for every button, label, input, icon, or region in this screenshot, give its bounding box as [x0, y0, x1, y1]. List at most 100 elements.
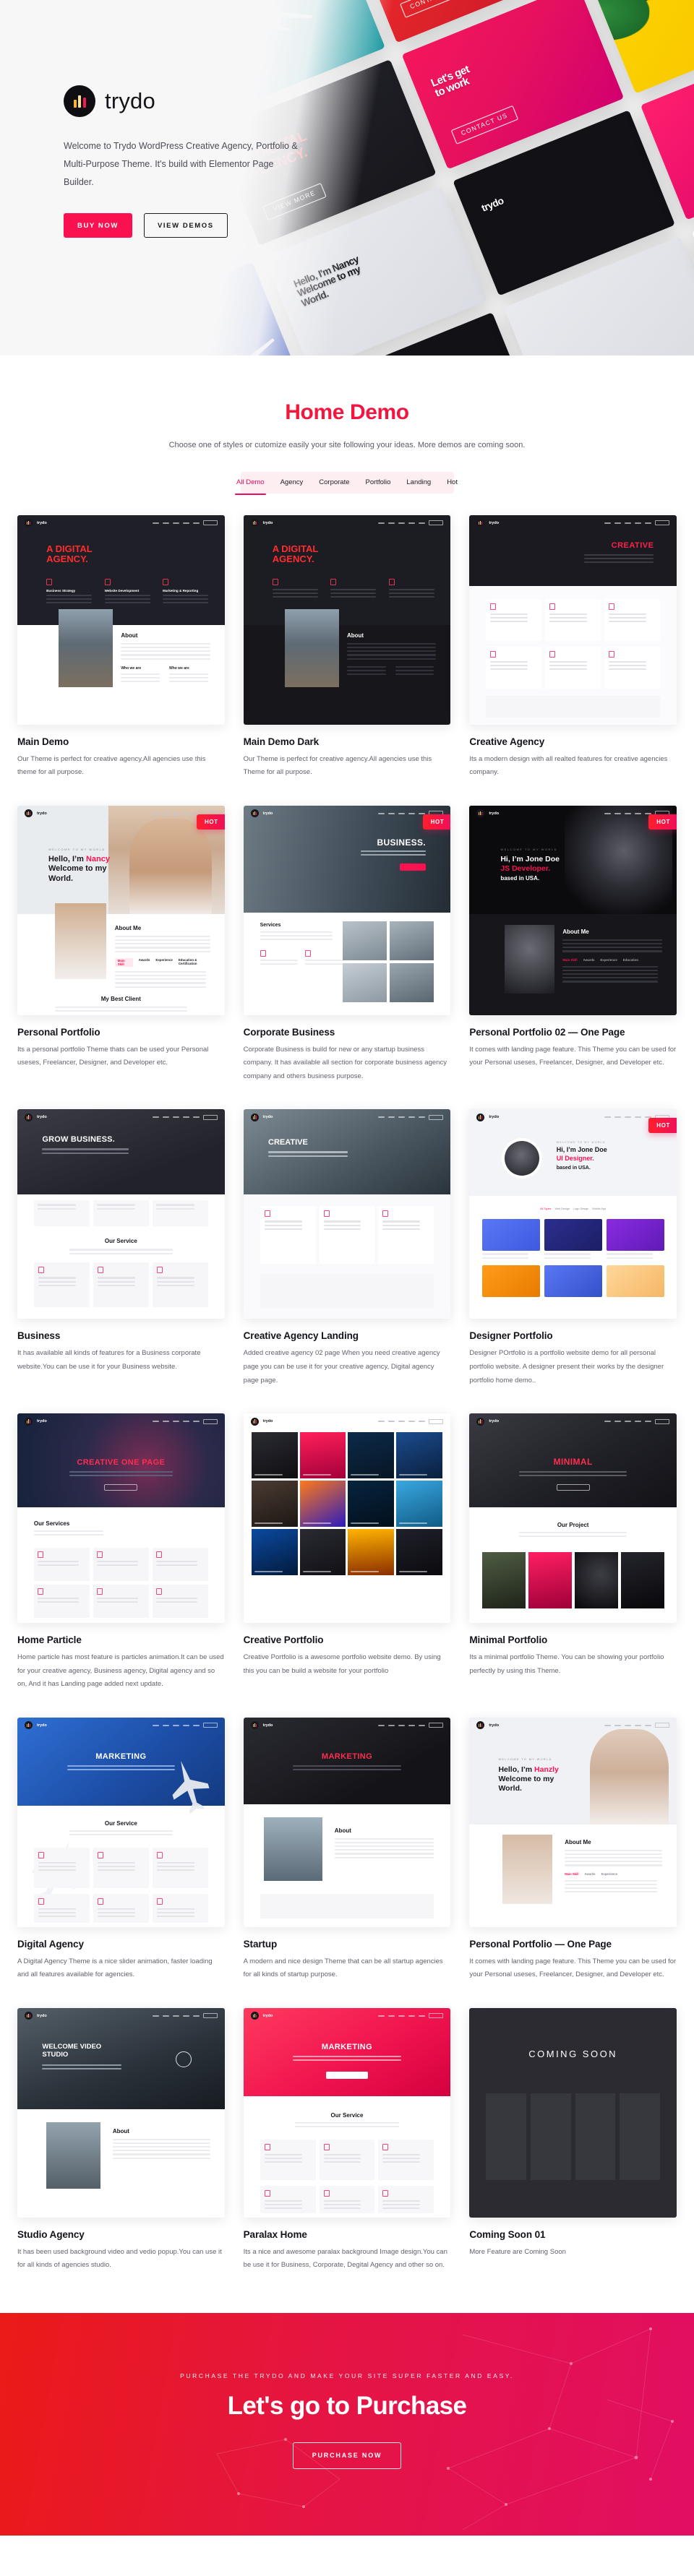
demo-card-description: It has available all kinds of features f… [17, 1349, 201, 1371]
filter-tab-landing[interactable]: Landing [398, 472, 439, 494]
demo-card[interactable]: trydo WELCOME VIDEO STUDIO About Studio Agen… [17, 2007, 225, 2273]
demo-thumbnail[interactable]: COMING SOON [469, 2007, 677, 2218]
preview-nav [152, 1418, 218, 1424]
demo-preview: trydo MINIMAL Our Project [469, 1413, 677, 1624]
demo-card[interactable]: COMING SOON Coming Soon 01 More Feature ar… [469, 2007, 677, 2273]
preview-logo-icon [25, 1113, 33, 1121]
demo-card-title[interactable]: Designer Portfolio [469, 1330, 677, 1341]
demo-thumbnail[interactable]: trydo MARKETING About [243, 1717, 451, 1927]
demo-card-title[interactable]: Paralax Home [244, 2229, 451, 2240]
demo-card[interactable]: trydo MARKETING Our Service Digital Agency A… [17, 1717, 225, 1982]
demo-card[interactable]: trydo BUSINESS. Services HOT Corporate Busin… [243, 805, 451, 1084]
hero-banner: DEV CONTACT A DIGITALAGENCY. VIEW MORE L… [0, 0, 694, 356]
demo-thumbnail[interactable]: trydo A DIGITAL AGENCY. Business Strategy We… [17, 514, 225, 725]
demo-card[interactable]: trydo CREATIVE Creative Agency Landing Adde… [243, 1109, 451, 1387]
demo-card[interactable]: trydo WELCOME TO MY WORLD Hi, I’m Jone Doe… [469, 1109, 677, 1387]
demo-thumbnail[interactable]: trydo [243, 1413, 451, 1624]
demo-filter-tabs[interactable]: All Demo Agency Corporate Portfolio Landing H… [234, 471, 458, 495]
preview-navbar: trydo [469, 515, 677, 531]
demo-thumbnail[interactable]: trydo CREATIVE [469, 514, 677, 725]
demo-card-title[interactable]: Home Particle [17, 1634, 225, 1645]
demo-card-title[interactable]: Business [17, 1330, 225, 1341]
demo-card-description: It comes with landing page feature. This… [469, 1957, 677, 1979]
demo-thumbnail[interactable]: trydo A DIGITAL AGENCY. About [243, 514, 451, 725]
demo-card-title[interactable]: Creative Agency Landing [244, 1330, 451, 1341]
demo-card[interactable]: trydo WELCOME TO MY WORLD Hi, I’m Jone Doe… [469, 805, 677, 1084]
buy-now-button[interactable]: BUY NOW [64, 213, 132, 238]
demo-thumbnail[interactable]: trydo MARKETING Our Service [17, 1717, 225, 1927]
preview-nav [378, 2013, 444, 2019]
demo-thumbnail[interactable]: trydo GROW BUSINESS. Our Service [17, 1109, 225, 1319]
demo-card-description: A Digital Agency Theme is a nice slider … [17, 1957, 213, 1979]
demo-card-title[interactable]: Coming Soon 01 [469, 2229, 677, 2240]
demo-card-description: Its a nice and awesome paralax backgroun… [243, 2247, 447, 2270]
demo-preview: trydo A DIGITAL AGENCY. About [243, 514, 451, 725]
preview-nav [378, 1418, 444, 1424]
demo-card-title[interactable]: Creative Portfolio [244, 1634, 451, 1645]
demo-card-title[interactable]: Corporate Business [244, 1027, 451, 1038]
demo-card-title[interactable]: Main Demo Dark [244, 736, 451, 747]
purchase-now-button[interactable]: PURCHASE NOW [292, 2442, 402, 2469]
preview-nav [604, 520, 669, 526]
preview-navbar: trydo [17, 806, 225, 822]
demo-card-description: Corporate Business is build for new or a… [243, 1045, 447, 1080]
preview-nav [152, 520, 218, 526]
hot-badge: HOT [196, 814, 225, 830]
preview-logo-icon [476, 519, 485, 527]
demo-card-title[interactable]: Main Demo [17, 736, 225, 747]
demo-card-description: Our Theme is perfect for creative agency… [243, 754, 432, 777]
demo-card[interactable]: trydo Creative Portfolio Creative Portfoli… [243, 1413, 451, 1692]
demo-thumbnail[interactable]: trydo CREATIVE [243, 1109, 451, 1319]
filter-tab-corporate[interactable]: Corporate [311, 472, 357, 494]
demo-thumbnail[interactable]: trydo WELCOME TO MY WORLD Hi, I’m Jone Doe… [469, 805, 677, 1015]
preview-navbar: trydo [17, 515, 225, 531]
filter-tab-portfolio[interactable]: Portfolio [358, 472, 399, 494]
demo-card-description: It comes with landing page feature. This… [469, 1045, 677, 1067]
demo-card-title[interactable]: Personal Portfolio — One Page [469, 1939, 677, 1950]
preview-logo-icon [25, 2012, 33, 2020]
demo-card[interactable]: trydo A DIGITAL AGENCY. About Main Demo Dark… [243, 514, 451, 780]
preview-navbar: trydo [244, 806, 451, 822]
demo-card-description: Added creative agency 02 page When you n… [243, 1349, 440, 1384]
filter-tab-all-demo[interactable]: All Demo [228, 472, 273, 495]
demo-thumbnail[interactable]: trydo MINIMAL Our Project [469, 1413, 677, 1624]
demo-thumbnail[interactable]: trydo CREATIVE ONE PAGE Our Services [17, 1413, 225, 1624]
demo-card-title[interactable]: Creative Agency [469, 736, 677, 747]
cta-kicker: PURCHASE THE TRYDO AND MAKE YOUR SITE SU… [180, 2372, 514, 2379]
demo-thumbnail[interactable]: trydo WELCOME VIDEO STUDIO About [17, 2007, 225, 2218]
preview-nav [604, 1723, 669, 1728]
demo-card-description: Our Theme is perfect for creative agency… [17, 754, 206, 777]
hot-badge: HOT [648, 1118, 677, 1134]
demo-card-description: More Feature are Coming Soon [469, 2247, 566, 2256]
demo-card-title[interactable]: Startup [244, 1939, 451, 1950]
preview-nav [152, 1114, 218, 1120]
demo-card-title[interactable]: Personal Portfolio 02 — One Page [469, 1027, 677, 1038]
demo-preview: trydo MARKETING Our Service [17, 1717, 225, 1927]
demo-preview: trydo CREATIVE [243, 1109, 451, 1319]
demo-card-title[interactable]: Studio Agency [17, 2229, 225, 2240]
demo-card[interactable]: trydo MARKETING Our Service Paralax Home Its… [243, 2007, 451, 2273]
demo-thumbnail[interactable]: trydo WELCOME TO MY WORLD Hi, I’m Jone Doe… [469, 1109, 677, 1319]
demo-card[interactable]: trydo GROW BUSINESS. Our Service Business It… [17, 1109, 225, 1387]
demo-card-title[interactable]: Minimal Portfolio [469, 1634, 677, 1645]
preview-logo-icon [250, 519, 259, 527]
preview-navbar: trydo [244, 2008, 451, 2024]
view-demos-button[interactable]: VIEW DEMOS [143, 213, 228, 238]
demo-card[interactable]: trydo WELCOME TO MY WORLD Hello, I’m Nancy… [17, 805, 225, 1084]
demo-thumbnail[interactable]: trydo BUSINESS. Services HOT [243, 805, 451, 1015]
demo-card[interactable]: trydo A DIGITAL AGENCY. Business Strategy We… [17, 514, 225, 780]
demo-card-title[interactable]: Personal Portfolio [17, 1027, 225, 1038]
demo-card[interactable]: trydo CREATIVE Creative Agency Its a modern… [469, 514, 677, 780]
demo-thumbnail[interactable]: trydo WELCOME TO MY WORLD Hello, I’m Nancy… [17, 805, 225, 1015]
demo-card[interactable]: trydo MINIMAL Our Project Minimal Portfolio… [469, 1413, 677, 1692]
demo-card[interactable]: trydo MARKETING About Startup A modern and n… [243, 1717, 451, 1982]
preview-logo-icon [250, 1113, 259, 1121]
demo-card[interactable]: trydo CREATIVE ONE PAGE Our Services Home P… [17, 1413, 225, 1692]
demo-thumbnail[interactable]: trydo WELCOME TO MY WORLD Hello, I’m Hanzl… [469, 1717, 677, 1927]
demo-card-title[interactable]: Digital Agency [17, 1939, 225, 1950]
preview-logo-icon [476, 1113, 485, 1121]
demo-card[interactable]: trydo WELCOME TO MY WORLD Hello, I’m Hanzl… [469, 1717, 677, 1982]
demo-thumbnail[interactable]: trydo MARKETING Our Service [243, 2007, 451, 2218]
filter-tab-hot[interactable]: Hot [439, 472, 466, 494]
filter-tab-agency[interactable]: Agency [273, 472, 312, 494]
